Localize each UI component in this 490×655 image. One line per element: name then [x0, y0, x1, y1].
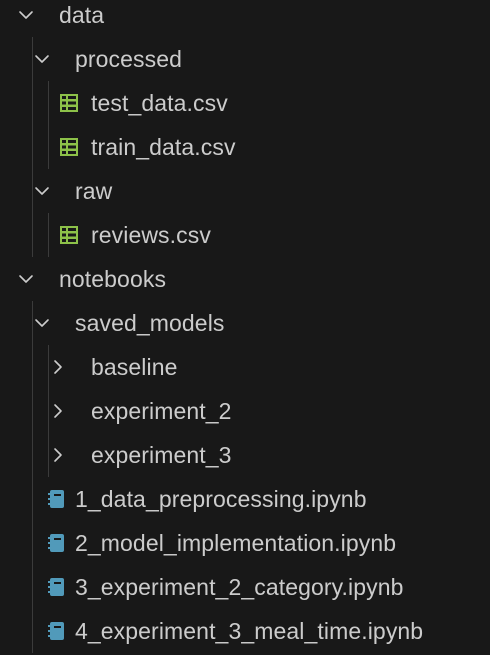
folder-label: experiment_2 [91, 398, 232, 424]
folder-label: baseline [91, 354, 178, 380]
file-row-3-experiment-2-category-ipynb[interactable]: 3_experiment_2_category.ipynb [0, 565, 490, 609]
file-row-test-data-csv[interactable]: test_data.csv [0, 81, 490, 125]
notebook-icon [47, 533, 67, 553]
folder-row-processed[interactable]: processed [0, 37, 490, 81]
table-icon [59, 225, 79, 245]
chevron-down-icon[interactable] [32, 181, 52, 201]
folder-label: data [59, 2, 105, 28]
folder-label: notebooks [59, 266, 167, 292]
chevron-down-icon[interactable] [16, 269, 36, 289]
file-label: train_data.csv [91, 134, 236, 160]
folder-row-saved-models[interactable]: saved_models [0, 301, 490, 345]
file-row-2-model-implementation-ipynb[interactable]: 2_model_implementation.ipynb [0, 521, 490, 565]
file-row-4-experiment-3-meal-time-ipynb[interactable]: 4_experiment_3_meal_time.ipynb [0, 609, 490, 653]
file-row-1-data-preprocessing-ipynb[interactable]: 1_data_preprocessing.ipynb [0, 477, 490, 521]
chevron-right-icon[interactable] [48, 401, 68, 421]
indent-guide [48, 345, 49, 477]
chevron-down-icon[interactable] [16, 5, 36, 25]
folder-row-experiment-2[interactable]: experiment_2 [0, 389, 490, 433]
indent-guide [48, 213, 49, 257]
folder-row-notebooks[interactable]: notebooks [0, 257, 490, 301]
folder-row-baseline[interactable]: baseline [0, 345, 490, 389]
chevron-down-icon[interactable] [32, 313, 52, 333]
indent-guide [48, 81, 49, 169]
file-label: 2_model_implementation.ipynb [75, 530, 397, 556]
indent-guide [32, 37, 33, 257]
table-icon [59, 93, 79, 113]
notebook-icon [47, 577, 67, 597]
folder-label: processed [75, 46, 183, 72]
file-label: 3_experiment_2_category.ipynb [75, 574, 404, 600]
file-row-train-data-csv[interactable]: train_data.csv [0, 125, 490, 169]
folder-row-experiment-3[interactable]: experiment_3 [0, 433, 490, 477]
file-label: 1_data_preprocessing.ipynb [75, 486, 367, 512]
file-row-reviews-csv[interactable]: reviews.csv [0, 213, 490, 257]
file-explorer-tree: data processed test_data.csv train_data.csv… [0, 0, 490, 655]
folder-row-data[interactable]: data [0, 0, 490, 37]
folder-label: experiment_3 [91, 442, 232, 468]
file-label: reviews.csv [91, 222, 211, 248]
indent-guide [32, 301, 33, 653]
folder-row-raw[interactable]: raw [0, 169, 490, 213]
folder-label: saved_models [75, 310, 225, 336]
chevron-right-icon[interactable] [48, 445, 68, 465]
chevron-down-icon[interactable] [32, 49, 52, 69]
folder-label: raw [75, 178, 113, 204]
notebook-icon [47, 621, 67, 641]
table-icon [59, 137, 79, 157]
file-label: test_data.csv [91, 90, 228, 116]
chevron-right-icon[interactable] [48, 357, 68, 377]
file-label: 4_experiment_3_meal_time.ipynb [75, 618, 424, 644]
notebook-icon [47, 489, 67, 509]
